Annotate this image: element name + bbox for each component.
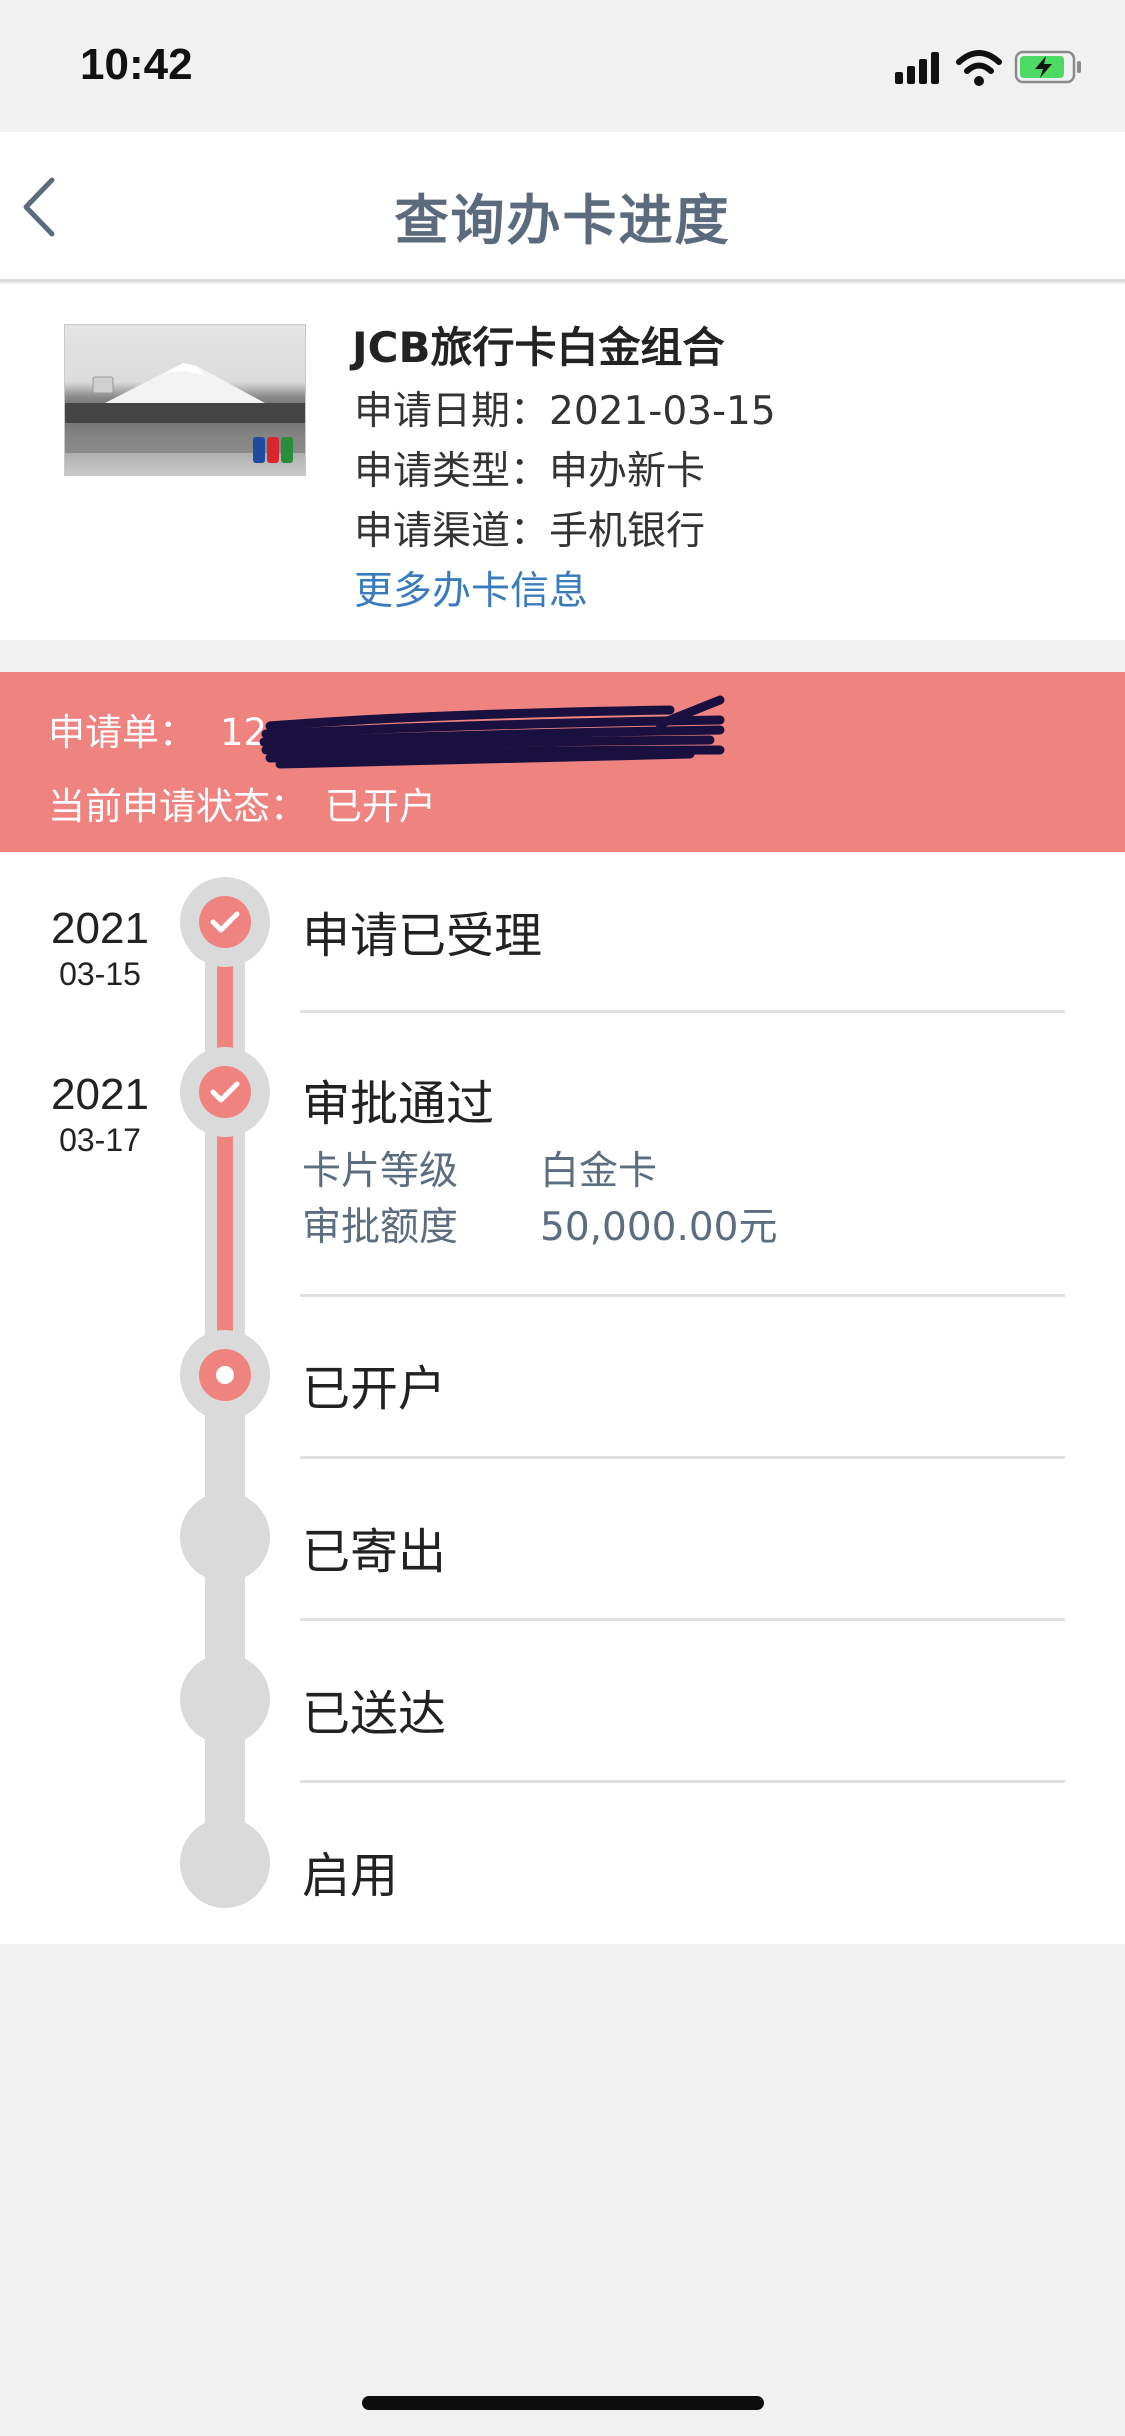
check-icon xyxy=(210,1081,240,1103)
status-label: 当前申请状态： xyxy=(48,785,307,828)
credit-limit-value: 50,000.00元 xyxy=(540,1205,778,1250)
step-title: 审批通过 xyxy=(302,1076,495,1132)
battery-charging-icon xyxy=(1014,50,1081,84)
step-title: 已开户 xyxy=(302,1361,447,1417)
apply-date: 申请日期：2021-03-15 xyxy=(354,389,776,434)
divider xyxy=(300,1294,1065,1297)
step-node-pending xyxy=(180,1654,270,1744)
card-name: JCB旅行卡白金组合 xyxy=(352,323,725,372)
divider xyxy=(300,1456,1065,1459)
status-time: 10:42 xyxy=(80,40,193,89)
apply-channel: 申请渠道：手机银行 xyxy=(354,509,706,554)
status-value: 已开户 xyxy=(325,785,436,828)
signal-icon xyxy=(895,52,939,84)
step-node-done xyxy=(180,877,270,967)
status-bar: 10:42 xyxy=(0,0,1125,132)
card-info-section: JCB旅行卡白金组合 申请日期：2021-03-15 申请类型：申办新卡 申请渠… xyxy=(0,284,1125,640)
step-node-pending xyxy=(180,1818,270,1908)
timeline-track-progress xyxy=(217,922,233,1377)
step-node-current xyxy=(180,1330,270,1420)
current-status-row: 当前申请状态： 已开户 xyxy=(48,776,436,830)
step-title: 已送达 xyxy=(302,1686,447,1742)
home-indicator[interactable] xyxy=(362,2396,764,2410)
more-card-info-link[interactable]: 更多办卡信息 xyxy=(354,560,588,616)
divider xyxy=(300,1780,1065,1783)
credit-limit-label: 审批额度 xyxy=(302,1205,459,1250)
step-date-year: 2021 xyxy=(51,1070,149,1119)
check-icon xyxy=(210,911,240,933)
step-title: 申请已受理 xyxy=(302,908,543,964)
step-title: 已寄出 xyxy=(302,1524,447,1580)
step-node-done xyxy=(180,1047,270,1137)
step-date-year: 2021 xyxy=(51,904,149,953)
progress-timeline: 2021 03-15 申请已受理 2021 03-17 审批通过 卡片等级 白金… xyxy=(0,852,1125,1944)
application-label: 申请单： xyxy=(48,711,196,754)
nav-bar: 查询办卡进度 xyxy=(0,132,1125,282)
status-banner: 申请单： 12 当前申请状态： 已开户 xyxy=(0,672,1125,852)
page-title: 查询办卡进度 xyxy=(394,189,731,252)
card-level-value: 白金卡 xyxy=(540,1149,658,1194)
wifi-icon xyxy=(956,50,1002,86)
divider xyxy=(300,1010,1065,1013)
divider xyxy=(300,1618,1065,1621)
step-node-pending xyxy=(180,1492,270,1582)
status-icons xyxy=(895,46,1085,90)
card-image xyxy=(64,324,306,476)
step-date-md: 03-15 xyxy=(59,956,141,992)
step-title: 启用 xyxy=(302,1848,399,1904)
step-date-md: 03-17 xyxy=(59,1122,141,1158)
apply-type: 申请类型：申办新卡 xyxy=(354,449,706,494)
redaction-scribble xyxy=(259,695,725,769)
card-level-label: 卡片等级 xyxy=(302,1149,459,1194)
